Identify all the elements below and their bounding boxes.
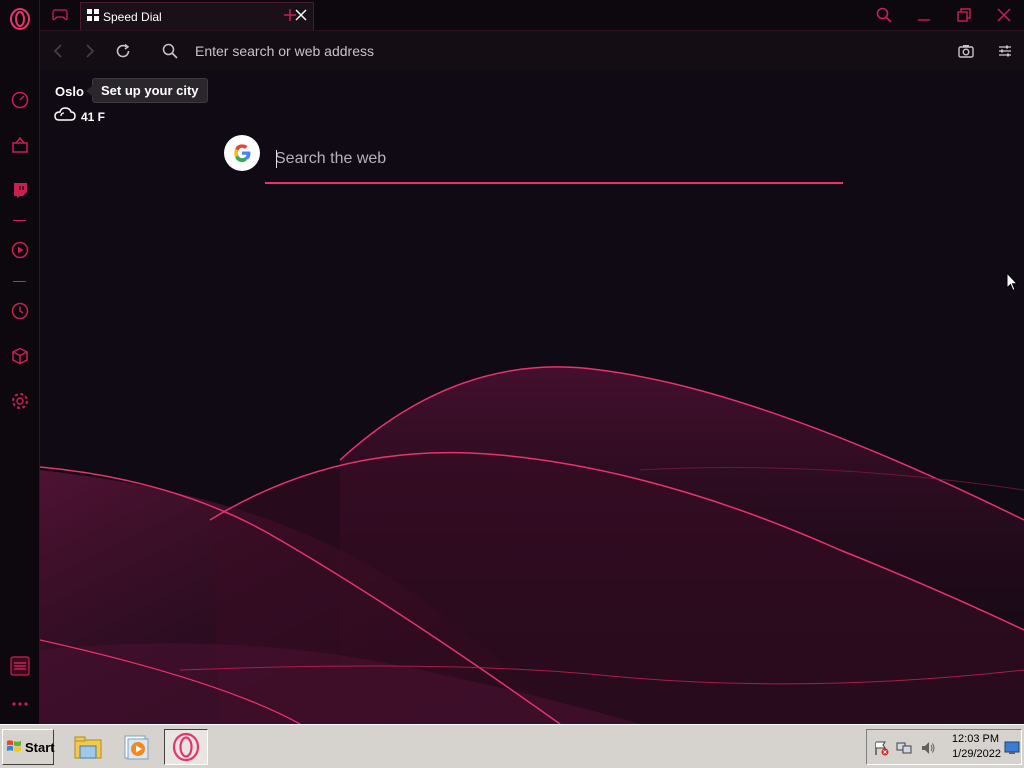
tab-strip: Speed Dial [40,0,1024,30]
sidebar-divider [13,220,26,221]
start-label: Start [25,739,55,755]
forward-icon[interactable] [80,41,100,61]
weather-temperature: 41 F [81,110,106,124]
action-center-flag-icon[interactable] [872,739,890,757]
opera-gx-icon[interactable] [164,729,208,765]
easy-setup-icon[interactable] [995,41,1015,61]
windows-logo-icon [6,738,22,757]
new-tab-icon[interactable] [280,5,300,25]
gamepad-icon[interactable] [50,5,70,25]
clock-time[interactable]: 12:03 PM [949,733,999,745]
address-bar: Enter search or web address [40,30,1024,70]
set-city-tooltip: Set up your city [86,78,208,103]
extensions-icon[interactable] [8,344,32,368]
player-icon[interactable] [8,238,32,262]
speed-dial-icon[interactable] [8,88,32,112]
speed-dial-tab-icon [87,8,99,26]
ai-icon[interactable] [8,133,32,157]
taskbar: Start 12:03 PM 1/29/2022 [0,724,1024,768]
gx-control-icon[interactable] [8,654,32,678]
snapshot-icon[interactable] [956,41,976,61]
desktop: Speed Dial Enter search or web address O… [0,0,1024,768]
start-button[interactable]: Start [2,729,55,765]
search-tabs-icon[interactable] [874,5,894,25]
close-window-icon[interactable] [994,5,1014,25]
tab-speed-dial[interactable]: Speed Dial [80,2,314,30]
reload-icon[interactable] [113,41,133,61]
text-caret [276,150,277,168]
weather-city[interactable]: Oslo [55,84,84,99]
back-icon[interactable] [48,41,68,61]
opera-gx-logo-icon[interactable] [8,7,32,31]
sidebar-divider [13,281,26,282]
mouse-cursor-icon [1006,272,1018,292]
google-logo-icon[interactable] [224,135,260,171]
address-input[interactable]: Enter search or web address [195,43,374,59]
restore-icon[interactable] [954,5,974,25]
minimize-icon[interactable] [914,5,934,25]
twitch-icon[interactable] [8,178,32,202]
network-icon[interactable] [895,739,913,757]
show-desktop-icon[interactable] [1003,739,1021,757]
search-icon [160,41,180,61]
sidebar [0,0,40,724]
history-icon[interactable] [8,299,32,323]
tab-title: Speed Dial [103,9,162,24]
web-search-box[interactable] [265,138,843,184]
clock-date[interactable]: 1/29/2022 [939,748,1001,760]
file-explorer-icon[interactable] [66,729,110,765]
speed-dial-page: Oslo Set up your city 41 F [40,70,1024,724]
settings-icon[interactable] [8,389,32,413]
system-tray: 12:03 PM 1/29/2022 [866,729,1022,765]
volume-icon[interactable] [919,739,937,757]
cloud-icon [54,106,76,124]
media-player-icon[interactable] [114,729,158,765]
more-icon[interactable] [8,692,32,716]
web-search-input[interactable] [275,144,835,174]
